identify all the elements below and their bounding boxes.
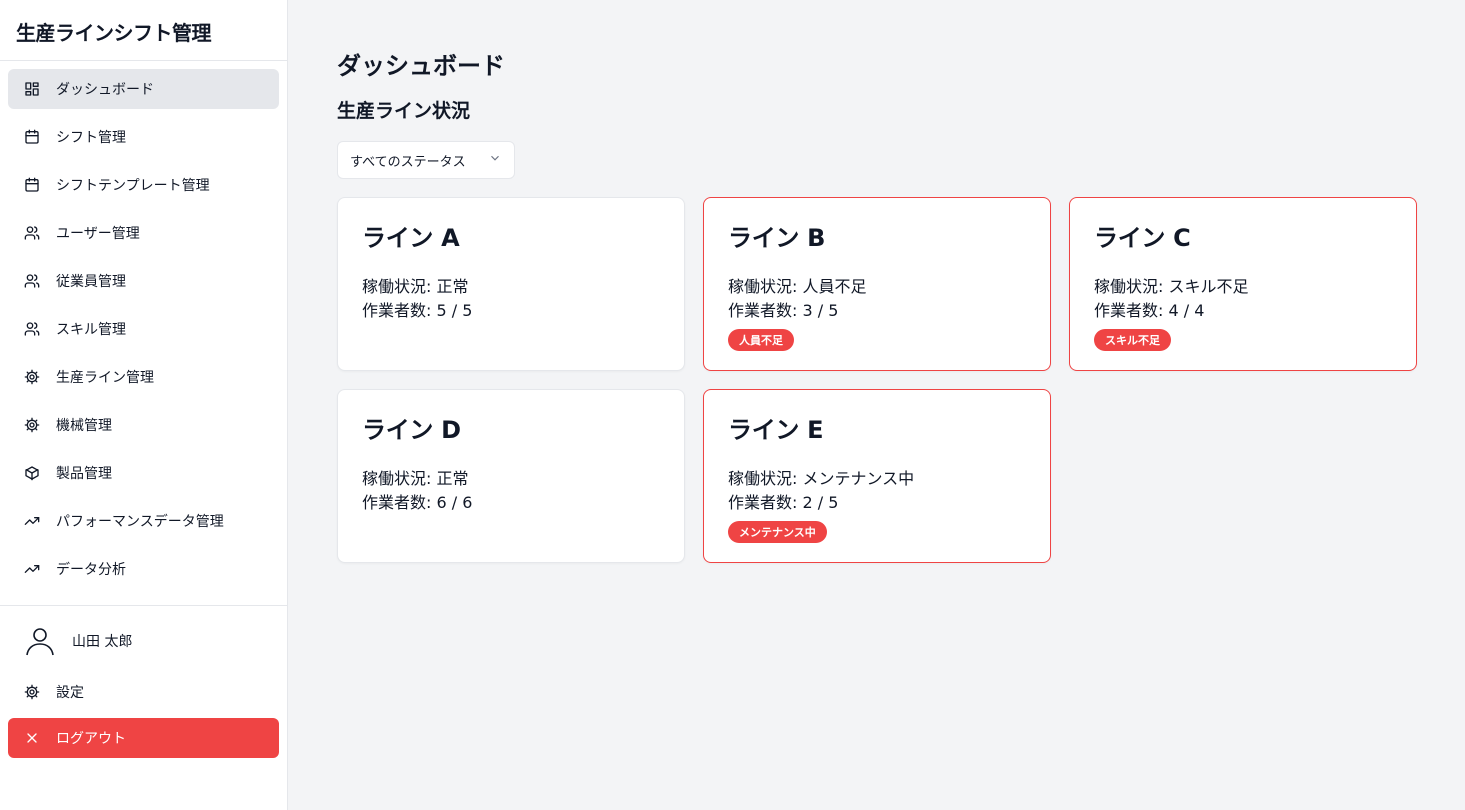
sidebar-item-label: パフォーマンスデータ管理 (56, 514, 224, 530)
avatar (24, 625, 56, 657)
users-icon (24, 321, 40, 337)
line-status: 稼働状況: スキル不足 (1094, 277, 1249, 296)
trending-up-icon (24, 561, 40, 577)
sidebar-item-label: データ分析 (56, 562, 126, 578)
sidebar-item-label: 生産ライン管理 (56, 370, 154, 386)
line-status: 稼働状況: 人員不足 (728, 277, 867, 296)
line-workers: 作業者数: 2 / 5 (728, 493, 839, 512)
sidebar-item-data-analysis[interactable]: データ分析 (8, 549, 279, 589)
sidebar-item-label: シフトテンプレート管理 (56, 178, 210, 194)
status-filter-value: すべてのステータス (350, 154, 466, 170)
line-status: 稼働状況: メンテナンス中 (728, 469, 915, 488)
gear-icon (24, 684, 40, 700)
sidebar-item-label: 製品管理 (56, 466, 112, 482)
trending-up-icon (24, 513, 40, 529)
users-icon (24, 225, 40, 241)
settings-label: 設定 (56, 685, 84, 701)
line-card-b[interactable]: ライン B 稼働状況: 人員不足 作業者数: 3 / 5 人員不足 (703, 197, 1051, 371)
line-status: 稼働状況: 正常 (362, 277, 469, 296)
sidebar-item-production-lines[interactable]: 生産ライン管理 (8, 357, 279, 397)
line-workers: 作業者数: 6 / 6 (362, 493, 473, 512)
sidebar-item-products[interactable]: 製品管理 (8, 453, 279, 493)
line-name: ライン E (728, 416, 824, 444)
users-icon (24, 273, 40, 289)
sidebar-item-employees[interactable]: 従業員管理 (8, 261, 279, 301)
status-filter-select[interactable]: すべてのステータス (337, 141, 515, 179)
sidebar-item-users[interactable]: ユーザー管理 (8, 213, 279, 253)
line-name: ライン B (728, 224, 826, 252)
settings-link[interactable]: 設定 (8, 676, 279, 708)
sidebar-nav: ダッシュボード シフト管理 シフトテンプレート管理 ユーザー管理 従業員管理 ス… (0, 61, 287, 589)
line-card-e[interactable]: ライン E 稼働状況: メンテナンス中 作業者数: 2 / 5 メンテナンス中 (703, 389, 1051, 563)
sidebar-item-dashboard[interactable]: ダッシュボード (8, 69, 279, 109)
sidebar-item-shift-templates[interactable]: シフトテンプレート管理 (8, 165, 279, 205)
calendar-icon (24, 129, 40, 145)
sidebar-item-shifts[interactable]: シフト管理 (8, 117, 279, 157)
gear-icon (24, 417, 40, 433)
line-status-grid: ライン A 稼働状況: 正常 作業者数: 5 / 5 ライン B 稼働状況: 人… (337, 197, 1417, 563)
sidebar-item-label: ユーザー管理 (56, 226, 140, 242)
line-name: ライン D (362, 416, 461, 444)
line-name: ライン C (1094, 224, 1191, 252)
sidebar-item-label: 従業員管理 (56, 274, 126, 290)
calendar-icon (24, 177, 40, 193)
line-card-c[interactable]: ライン C 稼働状況: スキル不足 作業者数: 4 / 4 スキル不足 (1069, 197, 1417, 371)
status-badge: スキル不足 (1094, 329, 1171, 351)
main-content: ダッシュボード 生産ライン状況 すべてのステータス ライン A 稼働状況: 正常… (289, 0, 1465, 810)
logout-label: ログアウト (56, 731, 126, 747)
line-status: 稼働状況: 正常 (362, 469, 469, 488)
package-icon (24, 465, 40, 481)
sidebar-footer: 山田 太郎 設定 ログアウト (0, 605, 287, 758)
sidebar-item-label: シフト管理 (56, 130, 126, 146)
line-workers: 作業者数: 4 / 4 (1094, 301, 1205, 320)
line-card-d[interactable]: ライン D 稼働状況: 正常 作業者数: 6 / 6 (337, 389, 685, 563)
sidebar-item-performance-data[interactable]: パフォーマンスデータ管理 (8, 501, 279, 541)
status-badge: 人員不足 (728, 329, 794, 351)
sidebar: 生産ラインシフト管理 ダッシュボード シフト管理 シフトテンプレート管理 ユーザ… (0, 0, 288, 810)
chevron-down-icon (488, 151, 502, 169)
line-name: ライン A (362, 224, 460, 252)
sidebar-item-label: スキル管理 (56, 322, 126, 338)
section-title: 生産ライン状況 (337, 100, 471, 122)
close-icon (24, 730, 40, 746)
gear-icon (24, 369, 40, 385)
app-title: 生産ラインシフト管理 (0, 0, 287, 61)
sidebar-item-label: 機械管理 (56, 418, 112, 434)
line-workers: 作業者数: 3 / 5 (728, 301, 839, 320)
page-title: ダッシュボード (337, 52, 505, 80)
status-badge: メンテナンス中 (728, 521, 827, 543)
sidebar-item-label: ダッシュボード (56, 82, 154, 98)
line-workers: 作業者数: 5 / 5 (362, 301, 473, 320)
sidebar-item-machines[interactable]: 機械管理 (8, 405, 279, 445)
line-card-a[interactable]: ライン A 稼働状況: 正常 作業者数: 5 / 5 (337, 197, 685, 371)
user-name: 山田 太郎 (72, 634, 133, 650)
user-profile[interactable]: 山田 太郎 (0, 606, 287, 676)
dashboard-icon (24, 81, 40, 97)
sidebar-item-skills[interactable]: スキル管理 (8, 309, 279, 349)
logout-button[interactable]: ログアウト (8, 718, 279, 758)
